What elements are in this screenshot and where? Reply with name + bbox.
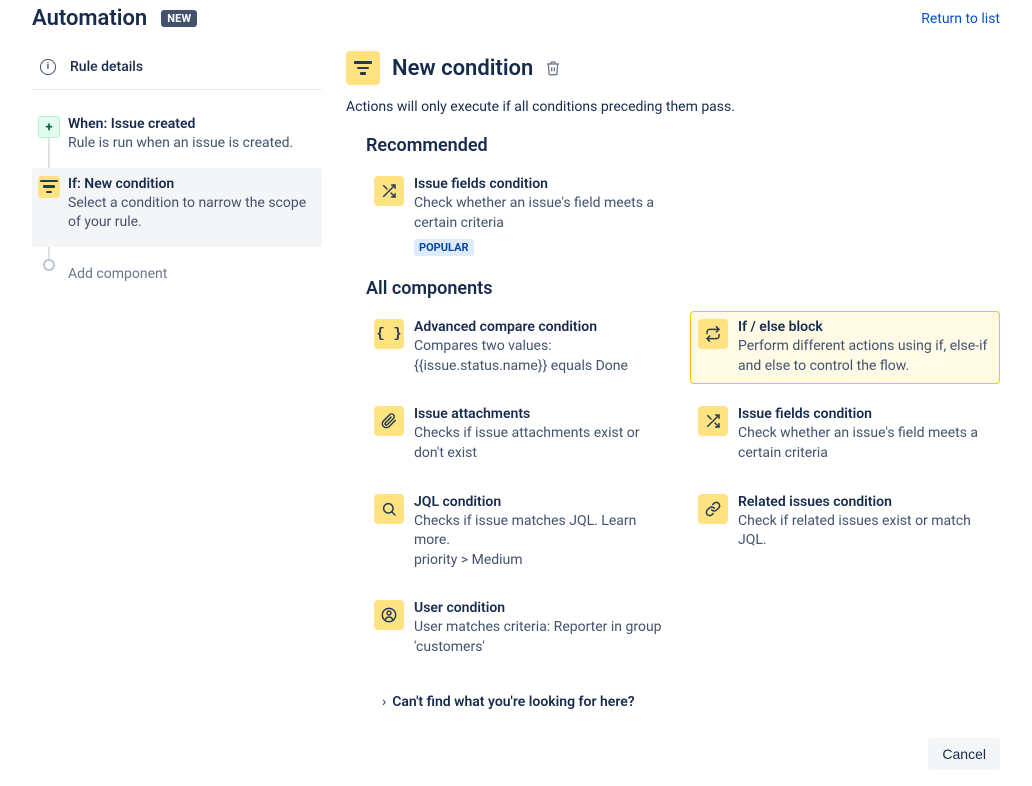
- step-trigger-title: When: Issue created: [68, 116, 314, 132]
- panel-title: New condition: [392, 56, 533, 81]
- rule-timeline: + When: Issue created Rule is run when a…: [32, 108, 322, 284]
- popular-badge: POPULAR: [414, 239, 474, 256]
- component-grid: { } Advanced compare condition Compares tw…: [366, 311, 1000, 665]
- option-desc: Checks if issue attachments exist or don…: [414, 424, 668, 463]
- option-title: Advanced compare condition: [414, 319, 668, 335]
- main-panel: New condition Actions will only execute …: [346, 49, 1000, 770]
- option-if-else-block[interactable]: If / else block Perform different actions…: [690, 311, 1000, 384]
- option-desc: Checks if issue matches JQL. Learn more.…: [414, 512, 668, 571]
- option-user-condition[interactable]: User condition User matches criteria: Rep…: [366, 592, 676, 665]
- option-title: JQL condition: [414, 494, 668, 510]
- option-title: Issue fields condition: [738, 406, 992, 422]
- search-icon: [374, 494, 404, 524]
- plus-icon: +: [38, 116, 60, 138]
- panel-subtitle: Actions will only execute if all conditi…: [346, 99, 1000, 115]
- filter-icon: [38, 176, 60, 198]
- option-desc: Compares two values: {{issue.status.name…: [414, 337, 668, 376]
- chevron-right-icon: ›: [382, 694, 386, 710]
- option-jql-condition[interactable]: JQL condition Checks if issue matches JQL…: [366, 486, 676, 579]
- rule-details-label: Rule details: [70, 59, 143, 75]
- empty-step-marker: [43, 259, 55, 271]
- option-desc: Check whether an issue's field meets a c…: [414, 194, 668, 233]
- shuffle-icon: [374, 176, 404, 206]
- option-advanced-compare-condition[interactable]: { } Advanced compare condition Compares tw…: [366, 311, 676, 384]
- step-condition-desc: Select a condition to narrow the scope o…: [68, 194, 314, 233]
- step-trigger[interactable]: + When: Issue created Rule is run when a…: [32, 108, 322, 168]
- new-badge: NEW: [161, 10, 197, 27]
- topbar: Automation NEW Return to list: [32, 6, 1000, 39]
- option-title: If / else block: [738, 319, 992, 335]
- option-issue-fields-condition[interactable]: Issue fields condition Check whether an i…: [690, 398, 1000, 471]
- option-desc: Perform different actions using if, else…: [738, 337, 992, 376]
- option-title: Issue attachments: [414, 406, 668, 422]
- delete-button[interactable]: [545, 60, 561, 76]
- option-issue-attachments[interactable]: Issue attachments Checks if issue attachm…: [366, 398, 676, 471]
- option-desc: Check whether an issue's field meets a c…: [738, 424, 992, 463]
- cancel-button[interactable]: Cancel: [928, 738, 1000, 770]
- step-condition-title: If: New condition: [68, 176, 314, 192]
- option-desc: Check if related issues exist or match J…: [738, 512, 992, 551]
- step-condition[interactable]: If: New condition Select a condition to …: [32, 168, 322, 247]
- cant-find-toggle[interactable]: › Can't find what you're looking for her…: [382, 694, 1000, 710]
- link-icon: [698, 494, 728, 524]
- option-issue-fields-recommended[interactable]: Issue fields condition Check whether an …: [366, 168, 676, 264]
- all-components-heading: All components: [346, 278, 1000, 299]
- clip-icon: [374, 406, 404, 436]
- info-icon: i: [40, 59, 56, 75]
- option-title: User condition: [414, 600, 668, 616]
- user-icon: [374, 600, 404, 630]
- branch-icon: [698, 319, 728, 349]
- condition-icon: [346, 51, 380, 85]
- shuffle-icon: [698, 406, 728, 436]
- cant-find-label: Can't find what you're looking for here?: [392, 694, 634, 710]
- rule-details-item[interactable]: i Rule details: [32, 49, 322, 90]
- add-component-button[interactable]: Add component: [68, 265, 314, 285]
- braces-icon: { }: [374, 319, 404, 349]
- option-title: Issue fields condition: [414, 176, 668, 192]
- option-related-issues-condition[interactable]: Related issues condition Check if related…: [690, 486, 1000, 579]
- rule-sidebar: i Rule details + When: Issue created Rul…: [32, 49, 322, 770]
- recommended-heading: Recommended: [346, 135, 1000, 156]
- step-trigger-desc: Rule is run when an issue is created.: [68, 134, 314, 154]
- page-title: Automation: [32, 6, 147, 31]
- return-to-list-link[interactable]: Return to list: [921, 11, 1000, 27]
- option-title: Related issues condition: [738, 494, 992, 510]
- option-desc: User matches criteria: Reporter in group…: [414, 618, 668, 657]
